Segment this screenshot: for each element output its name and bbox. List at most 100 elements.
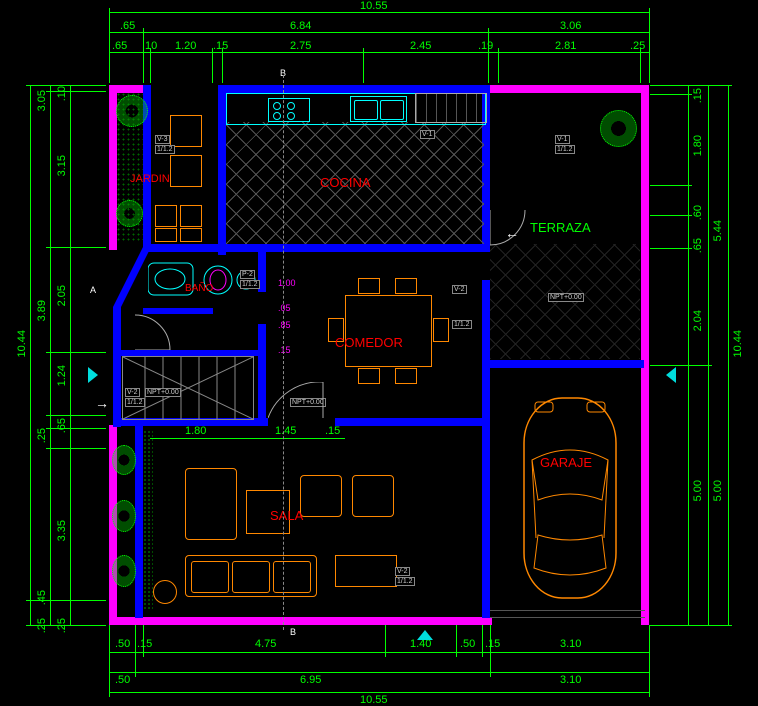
dim-l1-c: 2.05 <box>56 285 68 306</box>
dim-l2-c: .25 <box>36 428 48 443</box>
dim-top2-i: .25 <box>630 40 645 52</box>
dim-b2-e: .50 <box>460 638 475 650</box>
dim-int-1: 1.80 <box>185 425 206 437</box>
kitchen-window <box>415 93 487 123</box>
dim-int-2: 1.45 <box>275 425 296 437</box>
plant-icon <box>112 555 136 587</box>
label-jardin: JARDIN <box>130 173 170 185</box>
dim-right-outer: 10.44 <box>732 330 744 358</box>
chair-2 <box>170 155 202 187</box>
dim-top2-g: .19 <box>478 40 493 52</box>
dim-b1-b: 6.95 <box>300 674 321 686</box>
dim-bottom-outer: 10.55 <box>360 694 388 706</box>
dim-l1-d: 1.24 <box>56 365 68 386</box>
wall-comedor-right <box>482 280 490 426</box>
section-marker <box>417 630 433 640</box>
wall-kitchen-bottom <box>143 244 490 252</box>
label-garaje: GARAJE <box>540 455 592 470</box>
section-line-b <box>283 75 285 630</box>
tag-npt-1: NPT+0.00 <box>145 388 181 397</box>
garden-fill <box>116 92 143 242</box>
dim-b2-b: .15 <box>137 638 152 650</box>
door-arc <box>268 382 328 422</box>
dining-chair-2 <box>395 278 417 294</box>
arrow-icon: → <box>95 395 109 411</box>
dining-chair-3 <box>358 368 380 384</box>
section-marker <box>88 367 98 383</box>
label-comedor: COMEDOR <box>335 335 403 350</box>
dim-top2-d: .15 <box>213 40 228 52</box>
dim-l1-a: .10 <box>56 86 68 101</box>
dim-line-top-outer <box>109 12 649 13</box>
dining-chair-4 <box>395 368 417 384</box>
dim-line-bottom-outer <box>109 692 649 693</box>
plant-icon <box>600 110 637 147</box>
stool-3 <box>155 228 177 242</box>
wall-ext-right <box>641 85 649 625</box>
stool-2 <box>180 205 202 227</box>
wall-garage-top <box>482 360 644 368</box>
door-arc <box>135 310 175 350</box>
stairs <box>122 356 254 420</box>
dining-table <box>345 295 432 367</box>
dim-r1-a: .15 <box>692 88 704 103</box>
stool-1 <box>155 205 177 227</box>
dim-r1-b: 1.80 <box>692 135 704 156</box>
dim-int-4: 1.00 <box>278 278 296 288</box>
armchair-1 <box>300 475 342 517</box>
dim-b2-a: .50 <box>115 638 130 650</box>
dim-top1-c: 3.06 <box>560 20 581 32</box>
dim-top2-h: 2.81 <box>555 40 576 52</box>
dining-chair-1 <box>358 278 380 294</box>
sofa-side <box>185 468 237 540</box>
tag-v1: V-3 <box>155 135 170 144</box>
plant-icon <box>112 500 136 532</box>
section-marker <box>666 367 676 383</box>
dining-chair-6 <box>433 318 449 342</box>
dim-b2-c: 4.75 <box>255 638 276 650</box>
dim-r1-e: 2.04 <box>692 310 704 331</box>
dim-l2-b: 3.89 <box>36 300 48 321</box>
dim-r1-f: 5.00 <box>692 480 704 501</box>
plant-icon <box>112 445 136 475</box>
sofa-main <box>185 555 317 597</box>
garden-strip <box>143 430 153 610</box>
dim-r2-b: 5.00 <box>712 480 724 501</box>
dim-left-outer: 10.44 <box>16 330 28 358</box>
dim-top2-f: 2.45 <box>410 40 431 52</box>
dim-line-top-2 <box>109 52 649 53</box>
sink-icon <box>350 96 407 122</box>
marker-a: A <box>90 285 96 295</box>
wall-ext-top-right <box>488 85 649 93</box>
dim-top2-e: 2.75 <box>290 40 311 52</box>
dim-r1-c: .60 <box>692 205 704 220</box>
dim-top-outer: 10.55 <box>360 0 388 12</box>
dim-l1-e: .65 <box>56 418 68 433</box>
stove-icon <box>268 98 310 122</box>
rug <box>335 555 397 587</box>
dim-line-top-1 <box>109 32 649 33</box>
dim-b1-c: 3.10 <box>560 674 581 686</box>
dim-r1-d: .65 <box>692 238 704 253</box>
dim-top2-a: .65 <box>112 40 127 52</box>
wall-ext-bottom-left <box>109 617 484 625</box>
stool-4 <box>180 228 202 242</box>
label-terraza: TERRAZA <box>530 220 591 235</box>
dim-top2-c: 1.20 <box>175 40 196 52</box>
dim-b2-g: 3.10 <box>560 638 581 650</box>
dim-line-left-outer <box>30 85 31 625</box>
dim-b1-a: .50 <box>115 674 130 686</box>
dim-r2-a: 5.44 <box>712 220 724 241</box>
label-bano: BAÑO <box>185 283 213 294</box>
lamp-icon <box>153 580 177 604</box>
dim-int-3: .15 <box>325 425 340 437</box>
label-sala: SALA <box>270 508 303 523</box>
car-icon <box>510 390 630 605</box>
wall-kitchen-left <box>218 85 226 255</box>
dim-top1-a: .65 <box>120 20 135 32</box>
arrow-icon: ← <box>505 225 519 241</box>
dim-b2-f: .15 <box>485 638 500 650</box>
dim-l2-a: 3.05 <box>36 90 48 111</box>
armchair-2 <box>352 475 394 517</box>
tag-npt-3: NPT+0.00 <box>548 293 584 302</box>
